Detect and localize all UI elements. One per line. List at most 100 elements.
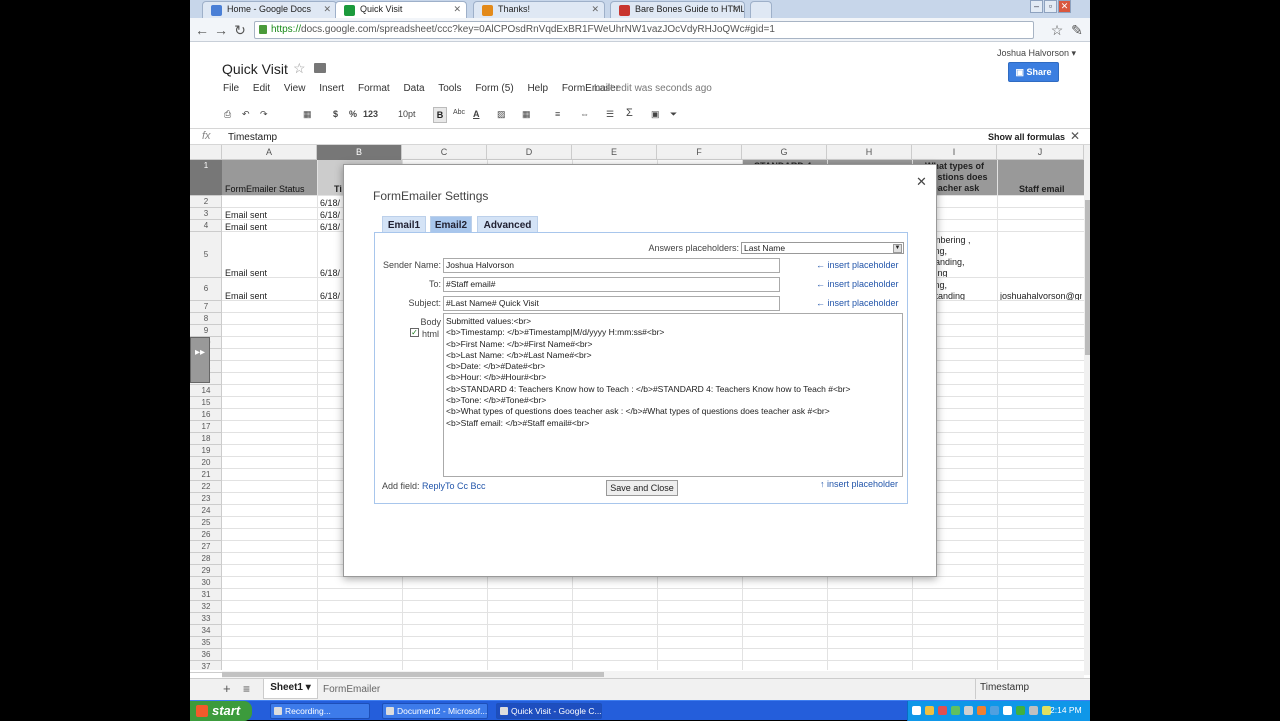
horizontal-scroll-thumb[interactable] <box>222 672 604 677</box>
currency-button[interactable]: $ <box>333 109 338 119</box>
align-icon[interactable]: ≡ <box>555 109 560 119</box>
row-header[interactable]: 22 <box>190 481 222 493</box>
menu-format[interactable]: Format <box>358 83 390 94</box>
taskbar-item-word[interactable]: Document2 - Microsof... <box>382 703 488 719</box>
maximize-icon[interactable]: ▫ <box>1044 0 1057 13</box>
show-all-formulas-link[interactable]: Show all formulas <box>988 132 1065 142</box>
row-header[interactable]: 23 <box>190 493 222 505</box>
menu-edit[interactable]: Edit <box>253 83 270 94</box>
tray-icon[interactable] <box>1016 706 1025 715</box>
row-header[interactable]: 33 <box>190 613 222 625</box>
row-header[interactable]: 24 <box>190 505 222 517</box>
forward-icon[interactable]: → <box>212 21 230 39</box>
tray-icon[interactable] <box>964 706 973 715</box>
row-header[interactable]: 9 <box>190 325 222 337</box>
row-header[interactable]: 18 <box>190 433 222 445</box>
star-icon[interactable]: ☆ <box>293 60 306 77</box>
merge-icon[interactable]: ⇔ <box>580 109 589 119</box>
fill-color-icon[interactable]: ▨ <box>497 109 506 120</box>
tray-icon[interactable] <box>925 706 934 715</box>
sheet-tab-formemailer[interactable]: FormEmailer <box>323 684 380 695</box>
folder-icon[interactable] <box>314 63 326 73</box>
strikethrough-button[interactable]: Abc <box>453 109 465 116</box>
row-header[interactable]: 29 <box>190 565 222 577</box>
row-header[interactable]: 2 <box>190 196 222 208</box>
user-account[interactable]: Joshua Halvorson ▾ <box>997 48 1076 59</box>
percent-button[interactable]: % <box>349 109 357 119</box>
subject-field[interactable]: #Last Name# Quick Visit <box>443 296 780 311</box>
column-header[interactable]: A <box>222 145 317 160</box>
sender-name-field[interactable]: Joshua Halvorson <box>443 258 780 273</box>
tray-icon[interactable] <box>938 706 947 715</box>
row-header[interactable]: 19 <box>190 445 222 457</box>
sheet-list-icon[interactable]: ≡ <box>243 682 250 696</box>
column-header[interactable]: J <box>997 145 1084 160</box>
column-header[interactable]: F <box>657 145 742 160</box>
sheet-tab-active[interactable]: Sheet1 ▾ <box>263 679 318 699</box>
column-header[interactable]: C <box>402 145 487 160</box>
row-header[interactable]: 35 <box>190 637 222 649</box>
number-format-button[interactable]: 123 <box>363 109 378 119</box>
row-header[interactable]: 7 <box>190 301 222 313</box>
taskbar-item-recording[interactable]: Recording... <box>270 703 370 719</box>
column-header[interactable]: E <box>572 145 657 160</box>
document-title[interactable]: Quick Visit <box>222 61 288 77</box>
row-header[interactable]: 3 <box>190 208 222 220</box>
column-header[interactable]: B <box>317 145 402 160</box>
row-header[interactable]: 20 <box>190 457 222 469</box>
close-icon[interactable]: ✕ <box>453 4 461 15</box>
borders-icon[interactable]: ▦ <box>522 109 531 120</box>
html-checkbox[interactable]: ✓ <box>410 328 419 337</box>
row-header[interactable]: 17 <box>190 421 222 433</box>
row-header[interactable]: 34 <box>190 625 222 637</box>
row-header[interactable]: 25 <box>190 517 222 529</box>
menu-data[interactable]: Data <box>403 83 424 94</box>
text-color-button[interactable]: A <box>473 109 480 119</box>
taskbar-item-chrome[interactable]: Quick Visit - Google C... <box>496 703 602 719</box>
minimize-icon[interactable]: – <box>1030 0 1043 13</box>
row-header[interactable]: 21 <box>190 469 222 481</box>
tray-icon[interactable] <box>1029 706 1038 715</box>
print-icon[interactable]: ⎙ <box>224 109 231 120</box>
close-icon[interactable]: ✕ <box>916 174 927 190</box>
row-header[interactable]: 27 <box>190 541 222 553</box>
bold-button[interactable]: B <box>433 107 447 123</box>
insert-placeholder-link-body[interactable]: ↑ insert placeholder <box>820 479 898 489</box>
to-field[interactable]: #Staff email# <box>443 277 780 292</box>
menu-tools[interactable]: Tools <box>438 83 461 94</box>
tray-icon[interactable] <box>1003 706 1012 715</box>
menu-file[interactable]: File <box>223 83 239 94</box>
row-header[interactable]: 32 <box>190 601 222 613</box>
row-header[interactable]: 30 <box>190 577 222 589</box>
close-icon[interactable]: ✕ <box>591 4 599 15</box>
browser-tab-thanks[interactable]: Thanks! ✕ <box>473 1 605 18</box>
tray-icon[interactable] <box>977 706 986 715</box>
body-textarea[interactable]: Submitted values:<br> <b>Timestamp: </b>… <box>443 313 903 477</box>
paint-format-icon[interactable]: ▦ <box>303 109 312 120</box>
font-size-select[interactable]: 10pt <box>398 109 416 119</box>
row-header[interactable]: 36 <box>190 649 222 661</box>
browser-tab-html-guide[interactable]: Bare Bones Guide to HTML ✕ <box>610 1 745 18</box>
bookmark-star-icon[interactable]: ☆ <box>1048 21 1066 39</box>
chart-icon[interactable]: ▣ <box>651 109 660 120</box>
redo-icon[interactable]: ↷ <box>260 109 268 120</box>
row-header[interactable]: 8 <box>190 313 222 325</box>
close-icon[interactable]: ✕ <box>1070 129 1080 143</box>
browser-tab-home[interactable]: Home - Google Docs ✕ <box>202 1 337 18</box>
back-icon[interactable]: ← <box>193 21 211 39</box>
close-icon[interactable]: ✕ <box>323 4 331 15</box>
row-header[interactable]: 14 <box>190 385 222 397</box>
wrench-icon[interactable]: ✎ <box>1068 21 1086 39</box>
insert-placeholder-link-to[interactable]: ← insert placeholder <box>816 279 899 289</box>
answers-placeholders-select[interactable]: Last Name ▼ <box>741 242 904 254</box>
filter-icon[interactable]: ⏷ <box>670 109 677 120</box>
menu-form[interactable]: Form (5) <box>475 83 513 94</box>
column-header[interactable]: I <box>912 145 997 160</box>
column-header[interactable]: D <box>487 145 572 160</box>
menu-insert[interactable]: Insert <box>319 83 344 94</box>
insert-placeholder-link-subject[interactable]: ← insert placeholder <box>816 298 899 308</box>
sum-button[interactable]: Σ <box>626 107 633 119</box>
row-header[interactable]: 15 <box>190 397 222 409</box>
row-header[interactable]: 28 <box>190 553 222 565</box>
reload-icon[interactable]: ↻ <box>231 21 249 39</box>
